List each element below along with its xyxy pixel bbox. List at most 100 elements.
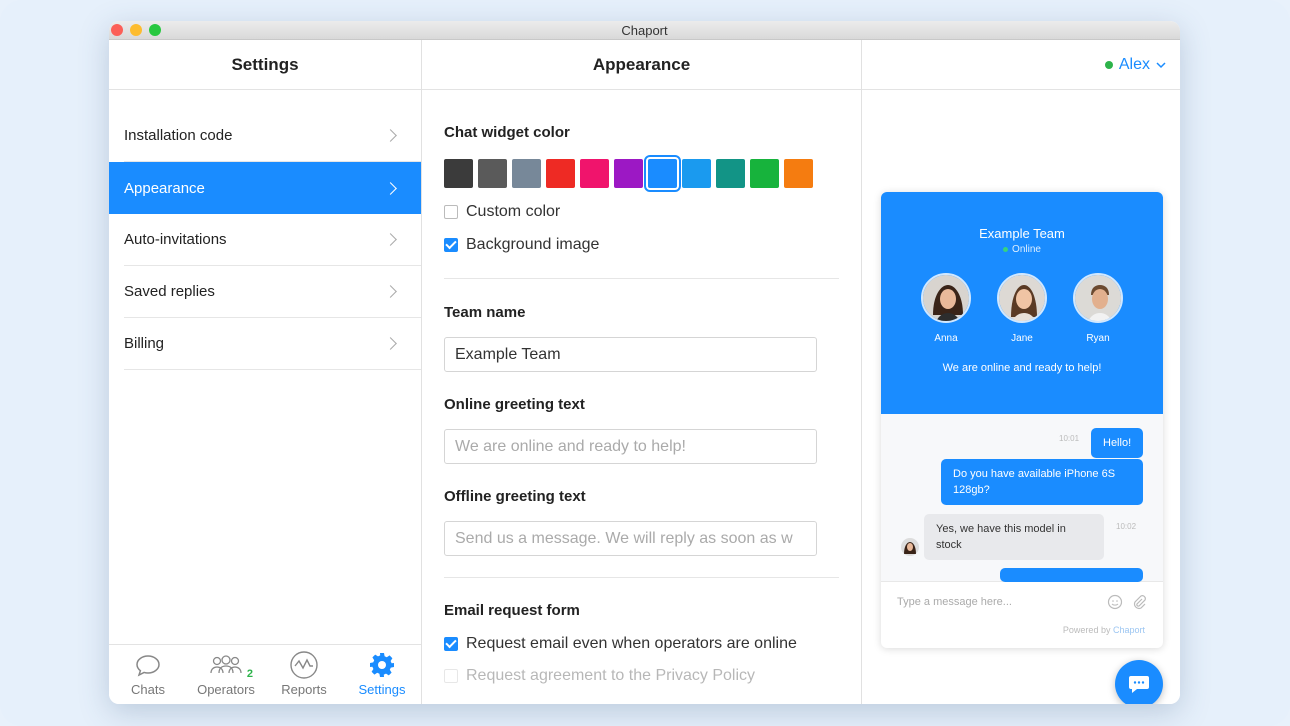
operator-jane: Jane: [997, 273, 1047, 344]
chevron-right-icon: [384, 129, 397, 142]
message-time: 10:02: [1116, 522, 1137, 531]
chevron-right-icon: [384, 285, 397, 298]
settings-menu: Installation code Appearance Auto-invita…: [109, 110, 421, 370]
avatar: [921, 273, 971, 323]
widget-team-name: Example Team: [979, 226, 1065, 241]
nav-label: Operators: [197, 682, 255, 697]
operators-icon: 2: [209, 652, 253, 680]
operator-name: Jane: [1011, 333, 1033, 344]
color-swatch[interactable]: [682, 159, 711, 188]
menu-item-billing[interactable]: Billing: [124, 318, 421, 370]
window-title: Chaport: [621, 23, 668, 38]
nav-reports[interactable]: Reports: [269, 651, 339, 697]
message-bubble: Do you have available iPhone 6S 128gb?: [941, 459, 1143, 505]
chevron-right-icon: [384, 337, 397, 350]
email-online-checkbox[interactable]: [444, 637, 458, 651]
nav-operators[interactable]: 2 Operators: [191, 652, 261, 697]
online-greeting-input[interactable]: [444, 429, 817, 464]
online-status-dot: [1104, 60, 1113, 69]
nav-label: Chats: [131, 682, 165, 697]
menu-item-auto-invitations[interactable]: Auto-invitations: [124, 214, 421, 266]
minimize-window-button[interactable]: [130, 24, 142, 36]
custom-color-option[interactable]: Custom color: [444, 203, 839, 221]
chevron-right-icon: [384, 233, 397, 246]
widget-header: Example Team Online Anna Jane Ryan We ar…: [881, 192, 1163, 414]
offline-greeting-input[interactable]: [444, 521, 817, 556]
background-image-label: Background image: [466, 236, 600, 253]
operator-avatars: Anna Jane Ryan: [881, 273, 1163, 344]
widget-composer[interactable]: Type a message here...: [881, 581, 1163, 621]
chevron-right-icon: [384, 181, 397, 195]
message-bubble: Yes, we have this model in stock: [924, 514, 1104, 560]
menu-item-installation-code[interactable]: Installation code: [124, 110, 421, 162]
message-bubble: Hello!: [1091, 428, 1144, 458]
menu-item-label: Installation code: [124, 127, 233, 144]
composer-placeholder: Type a message here...: [897, 595, 1012, 608]
widget-messages: 10:01 Hello! Do you have available iPhon…: [881, 414, 1163, 582]
privacy-policy-checkbox[interactable]: [444, 669, 458, 683]
window-controls: [111, 24, 161, 36]
nav-label: Reports: [281, 682, 327, 697]
color-swatch[interactable]: [546, 159, 575, 188]
close-window-button[interactable]: [111, 24, 123, 36]
menu-item-label: Appearance: [124, 179, 205, 197]
custom-color-checkbox[interactable]: [444, 205, 458, 219]
emoji-icon[interactable]: [1107, 594, 1123, 610]
chevron-down-icon: [1156, 61, 1166, 68]
color-swatch[interactable]: [444, 159, 473, 188]
color-swatch[interactable]: [644, 155, 681, 192]
color-swatch[interactable]: [614, 159, 643, 188]
reports-icon: [289, 651, 319, 679]
email-request-form-label: Email request form: [444, 602, 580, 619]
chat-icon: [1129, 676, 1149, 693]
email-online-label: Request email even when operators are on…: [466, 635, 797, 652]
privacy-policy-option[interactable]: Request agreement to the Privacy Policy: [444, 667, 839, 685]
attachment-icon[interactable]: [1131, 594, 1147, 610]
privacy-policy-label: Request agreement to the Privacy Policy: [466, 667, 756, 684]
appearance-title: Appearance: [422, 40, 861, 90]
online-dot-icon: [1003, 247, 1009, 252]
color-swatch[interactable]: [478, 159, 507, 188]
widget-greeting: We are online and ready to help!: [942, 362, 1102, 374]
operator-name: Ryan: [1086, 333, 1110, 344]
chat-widget-preview: Example Team Online Anna Jane Ryan We ar…: [881, 192, 1163, 648]
team-name-input[interactable]: [444, 337, 817, 372]
color-swatch[interactable]: [784, 159, 813, 188]
menu-item-label: Billing: [124, 335, 165, 352]
operator-name: Anna: [934, 333, 958, 344]
online-greeting-label: Online greeting text: [444, 396, 585, 413]
user-menu[interactable]: Alex: [862, 40, 1180, 90]
operator-anna: Anna: [921, 273, 971, 344]
color-swatch[interactable]: [580, 159, 609, 188]
divider: [444, 278, 839, 279]
operator-mini-avatar: [901, 538, 919, 556]
widget-status-text: Online: [1012, 244, 1041, 255]
menu-item-appearance[interactable]: Appearance: [109, 162, 421, 214]
settings-sidebar: Settings Installation code Appearance Au…: [109, 40, 422, 704]
message-time: 10:01: [1059, 434, 1080, 443]
background-image-checkbox[interactable]: [444, 238, 458, 252]
widget-status: Online: [881, 244, 1163, 255]
color-swatch[interactable]: [512, 159, 541, 188]
color-swatch[interactable]: [750, 159, 779, 188]
color-swatch[interactable]: [716, 159, 745, 188]
offline-greeting-label: Offline greeting text: [444, 488, 586, 505]
nav-chats[interactable]: Chats: [113, 652, 183, 697]
title-bar: Chaport: [109, 21, 1180, 40]
background-image-option[interactable]: Background image: [444, 236, 839, 254]
nav-settings[interactable]: Settings: [347, 652, 417, 697]
chat-bubble-icon: [134, 652, 162, 678]
preview-panel: Alex Example Team Online Anna Jane Ryan …: [862, 40, 1180, 704]
operator-ryan: Ryan: [1073, 273, 1123, 344]
bottom-nav: Chats 2 Operators Reports Settings: [109, 644, 421, 704]
menu-item-label: Auto-invitations: [124, 231, 227, 248]
custom-color-label: Custom color: [466, 203, 561, 220]
app-window: Chaport Settings Installation code Appea…: [109, 21, 1180, 704]
menu-item-saved-replies[interactable]: Saved replies: [124, 266, 421, 318]
maximize-window-button[interactable]: [149, 24, 161, 36]
avatar: [1073, 273, 1123, 323]
powered-brand-link[interactable]: Chaport: [1113, 625, 1145, 635]
email-online-option[interactable]: Request email even when operators are on…: [444, 635, 839, 653]
chat-widget-color-label: Chat widget color: [444, 124, 570, 141]
chat-launcher-button[interactable]: [1115, 660, 1163, 704]
